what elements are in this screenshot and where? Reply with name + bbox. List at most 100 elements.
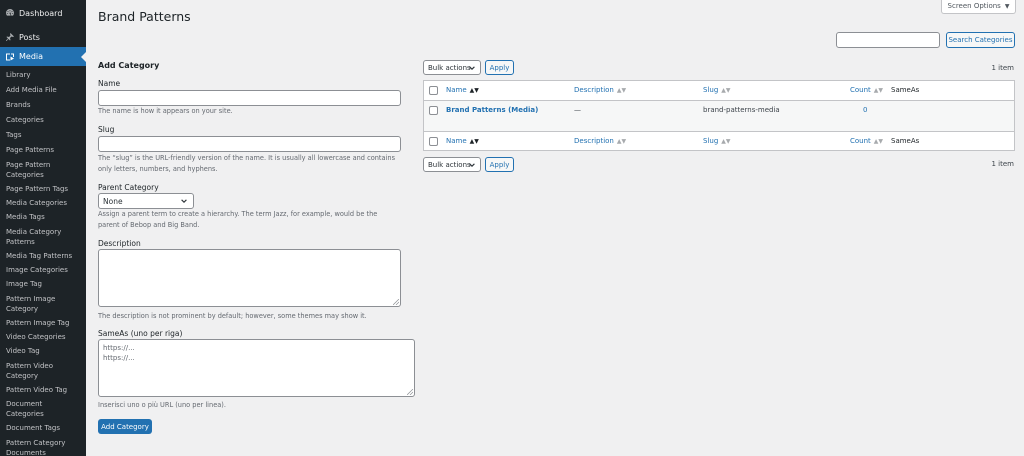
submenu-item[interactable]: Pattern Image Category (0, 294, 86, 314)
column-footer-name[interactable]: Name ▲▼ (446, 137, 479, 145)
sameas-label: SameAs (uno per riga) (98, 329, 183, 338)
column-footer-slug[interactable]: Slug ▲▼ (703, 137, 731, 145)
name-help: The name is how it appears on your site. (98, 107, 233, 115)
media-icon (5, 52, 15, 62)
submenu-item[interactable]: Page Pattern Categories (0, 160, 86, 180)
sort-icon: ▲▼ (616, 138, 627, 145)
menu-dashboard-label: Dashboard (19, 8, 63, 18)
slug-help: The “slug” is the URL-friendly version o… (98, 154, 395, 173)
sort-icon: ▲▼ (721, 138, 731, 145)
media-submenu: Library Add Media File Brands Categories Tag… (0, 66, 86, 456)
sort-icon: ▲▼ (873, 87, 884, 94)
menu-media[interactable]: Media (0, 47, 86, 66)
column-name-label: Name (446, 137, 467, 145)
apply-button-bottom[interactable]: Apply (485, 157, 514, 172)
column-footer-sameas: SameAs (891, 137, 920, 145)
name-input[interactable] (98, 90, 401, 106)
column-footer-count[interactable]: Count ▲▼ (850, 137, 883, 145)
select-all-checkbox-bottom[interactable] (429, 137, 438, 146)
submenu-item[interactable]: Pattern Video Category (0, 361, 86, 381)
column-count-label: Count (850, 137, 871, 145)
column-footer-description[interactable]: Description ▲▼ (574, 137, 626, 145)
submenu-item[interactable]: Image Categories (0, 265, 86, 275)
bulk-actions-select-bottom[interactable]: Bulk actions (423, 157, 481, 172)
table-footer-row: Name ▲▼ Description ▲▼ Slug ▲▼ Count ▲▼ Same… (424, 131, 1014, 151)
bulk-actions-value: Bulk actions (428, 63, 471, 72)
resize-handle-icon[interactable] (393, 299, 399, 305)
column-header-name[interactable]: Name ▲▼ (446, 86, 479, 94)
select-all-checkbox[interactable] (429, 86, 438, 95)
submenu-item[interactable]: Image Tag (0, 279, 86, 289)
sort-icon: ▲▼ (469, 87, 479, 94)
submenu-item[interactable]: Pattern Image Tag (0, 318, 86, 328)
submenu-item[interactable]: Add Media File (0, 85, 86, 95)
pin-icon (5, 32, 15, 42)
form-heading: Add Category (98, 61, 160, 70)
slug-label: Slug (98, 125, 115, 134)
screen-options-label: Screen Options (947, 2, 1001, 10)
sameas-textarea[interactable]: https://... https://... (98, 339, 415, 397)
column-header-slug[interactable]: Slug ▲▼ (703, 86, 731, 94)
menu-dashboard[interactable]: Dashboard (0, 3, 86, 23)
column-header-count[interactable]: Count ▲▼ (850, 86, 883, 94)
column-header-sameas: SameAs (891, 86, 920, 94)
menu-posts[interactable]: Posts (0, 27, 86, 47)
sameas-placeholder-line-1: https://... (103, 344, 135, 352)
add-category-button[interactable]: Add Category (98, 419, 152, 434)
submenu-item[interactable]: Brands (0, 100, 86, 110)
parent-category-select[interactable]: None (98, 193, 194, 209)
parent-category-help: Assign a parent term to create a hierarc… (98, 210, 378, 229)
bulk-actions-select-top[interactable]: Bulk actions (423, 60, 481, 75)
submenu-item[interactable]: Media Tags (0, 212, 86, 222)
slug-input[interactable] (98, 136, 401, 152)
admin-sidebar: Dashboard Posts Media Library Add Media F… (0, 0, 86, 456)
dashboard-icon (5, 8, 15, 18)
items-count-bottom: 1 item (991, 160, 1015, 168)
submenu-item[interactable]: Media Category Patterns (0, 227, 86, 247)
submenu-item[interactable]: Video Categories (0, 332, 86, 342)
submenu-item[interactable]: Page Patterns (0, 145, 86, 155)
column-name-label: Name (446, 86, 467, 94)
term-name-link[interactable]: Brand Patterns (Media) (446, 106, 538, 114)
sameas-help: Inserisci uno o più URL (uno per linea). (98, 401, 226, 409)
submenu-item[interactable]: Tags (0, 130, 86, 140)
name-label: Name (98, 79, 121, 88)
row-checkbox[interactable] (429, 106, 438, 115)
submenu-item[interactable]: Pattern Category Documents (0, 438, 86, 456)
column-header-description[interactable]: Description ▲▼ (574, 86, 626, 94)
submenu-item[interactable]: Media Tag Patterns (0, 251, 86, 261)
page-title: Brand Patterns (98, 9, 191, 24)
screen-options-button[interactable]: Screen Options ▼ (941, 0, 1016, 14)
submenu-item[interactable]: Categories (0, 115, 86, 125)
caret-down-icon: ▼ (1004, 2, 1010, 10)
apply-button-top[interactable]: Apply (485, 60, 514, 75)
submenu-item[interactable]: Document Categories (0, 399, 86, 419)
sameas-placeholder-line-2: https://... (103, 354, 135, 362)
table-row: Brand Patterns (Media) — brand-patterns-… (424, 101, 1014, 131)
submenu-item[interactable]: Pattern Video Tag (0, 385, 86, 395)
description-textarea[interactable] (98, 249, 401, 307)
submenu-item[interactable]: Media Categories (0, 198, 86, 208)
sort-icon: ▲▼ (469, 138, 479, 145)
term-count-link[interactable]: 0 (863, 106, 867, 114)
sort-icon: ▲▼ (616, 87, 627, 94)
table-header-row: Name ▲▼ Description ▲▼ Slug ▲▼ Count ▲▼ Same… (424, 81, 1014, 101)
search-categories-button[interactable]: Search Categories (946, 32, 1015, 48)
submenu-item[interactable]: Document Tags (0, 423, 86, 433)
resize-handle-icon[interactable] (407, 389, 413, 395)
items-count-top: 1 item (991, 64, 1015, 72)
term-slug: brand-patterns-media (703, 106, 780, 114)
submenu-item[interactable]: Page Pattern Tags (0, 184, 86, 194)
chevron-down-icon (468, 161, 476, 171)
submenu-item[interactable]: Library (0, 70, 86, 80)
column-count-label: Count (850, 86, 871, 94)
description-help: The description is not prominent by defa… (98, 312, 367, 320)
terms-table: Name ▲▼ Description ▲▼ Slug ▲▼ Count ▲▼ Same… (423, 80, 1015, 151)
sort-icon: ▲▼ (721, 87, 731, 94)
column-slug-label: Slug (703, 137, 719, 145)
column-slug-label: Slug (703, 86, 719, 94)
parent-category-value: None (103, 196, 123, 206)
search-input[interactable] (836, 32, 940, 48)
submenu-item[interactable]: Video Tag (0, 346, 86, 356)
chevron-down-icon (180, 197, 188, 207)
